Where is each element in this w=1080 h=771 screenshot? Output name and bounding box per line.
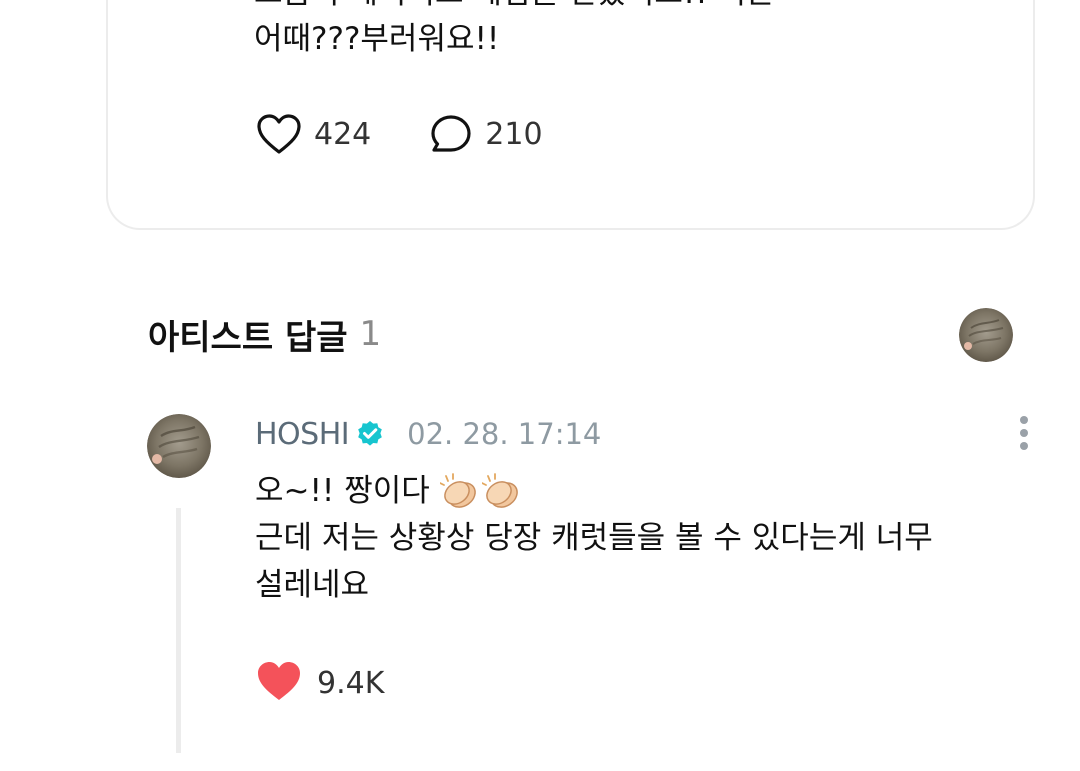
verified-badge-icon xyxy=(355,419,385,449)
post-text-line: 어때???부러워요!! xyxy=(254,21,500,57)
artist-avatar-small[interactable] xyxy=(959,308,1013,362)
post-comment-count: 210 xyxy=(485,116,543,152)
reply-line: 설레네요 xyxy=(255,567,370,603)
reply-body: 오~!! 짱이다 근데 저는 상황상 당장 캐럿들을 볼 수 있다는게 너무 설… xyxy=(255,468,1015,609)
post-text: 스쿱이 데이비드 베컴을 만났어요!! 너는 어때???부러워요!! xyxy=(254,0,894,62)
clapping-hands-emoji xyxy=(439,472,524,511)
artist-avatar[interactable] xyxy=(147,414,211,478)
reply-line: 근데 저는 상황상 당장 캐럿들을 볼 수 있다는게 너무 xyxy=(255,520,933,556)
reply-author-name[interactable]: HOSHI xyxy=(255,417,350,452)
post-like-button[interactable]: 424 xyxy=(256,113,371,155)
speech-bubble-icon xyxy=(429,113,473,155)
artist-replies-count: 1 xyxy=(359,314,382,354)
artist-replies-header: 아티스트 답글 1 xyxy=(148,312,382,358)
more-vertical-icon[interactable] xyxy=(1014,416,1034,456)
thread-line xyxy=(176,508,181,753)
post-comment-button[interactable]: 210 xyxy=(429,113,543,155)
reply-line: 오~!! 짱이다 xyxy=(255,473,430,509)
post-card: 스쿱이 데이비드 베컴을 만났어요!! 너는 어때???부러워요!! 424 2 xyxy=(106,0,1035,230)
heart-filled-icon xyxy=(255,659,303,707)
reply-timestamp: 02. 28. 17:14 xyxy=(407,417,602,451)
post-like-count: 424 xyxy=(314,116,372,152)
reply-meta: HOSHI 02. 28. 17:14 xyxy=(255,414,601,454)
post-actions: 424 210 xyxy=(256,112,601,156)
artist-replies-title: 아티스트 답글 xyxy=(148,317,348,358)
reply-like-button[interactable]: 9.4K xyxy=(255,660,384,706)
post-text-line: 스쿱이 데이비드 베컴을 만났어요!! 너는 xyxy=(254,0,894,16)
reply-like-count: 9.4K xyxy=(317,665,385,701)
heart-outline-icon xyxy=(256,113,302,155)
fan-post-page: 스쿱이 데이비드 베컴을 만났어요!! 너는 어때???부러워요!! 424 2 xyxy=(0,0,1080,771)
